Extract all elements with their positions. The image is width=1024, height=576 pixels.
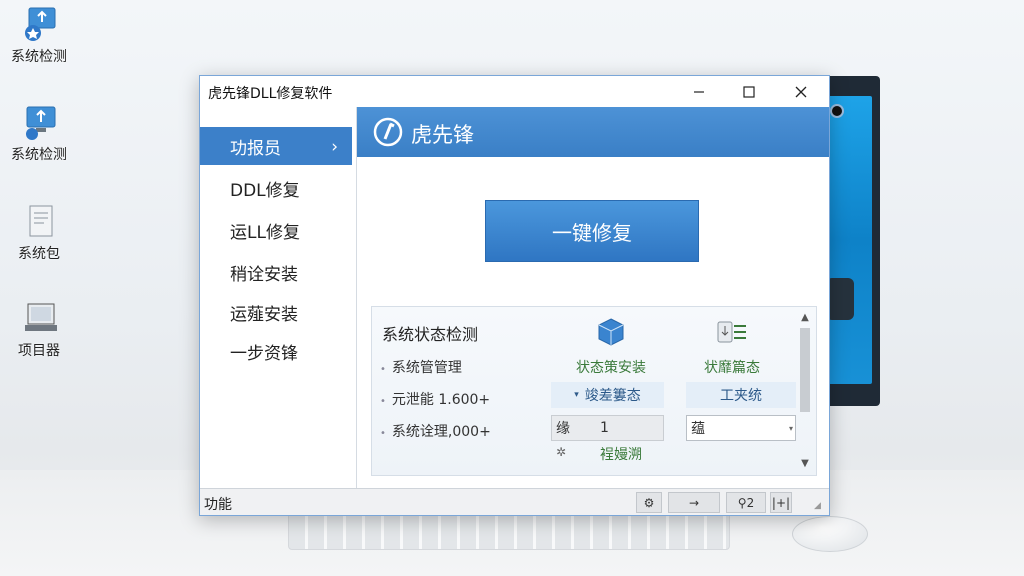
desktop-icon-project[interactable]: 项目器 — [4, 300, 74, 360]
maximize-icon — [743, 85, 755, 98]
desktop-icon-label: 系统检测 — [11, 147, 67, 163]
panel-scrollbar[interactable]: ▲ ▼ — [798, 312, 812, 472]
gear-icon: ✲ — [556, 445, 567, 459]
sidebar-item-label: 功报员 — [230, 138, 281, 159]
desktop-icon-label: 系统检测 — [11, 49, 67, 65]
monitor-upload-icon — [26, 106, 56, 140]
field-value: 1 — [600, 420, 609, 436]
scroll-thumb[interactable] — [800, 328, 810, 412]
chevron-down-icon[interactable]: ▼ — [798, 458, 812, 472]
monitor-webcam — [830, 104, 844, 118]
expand-button[interactable]: |+| — [770, 492, 792, 513]
document-icon — [29, 205, 53, 237]
close-icon — [795, 86, 807, 97]
status-select[interactable]: 蕴 ▾ — [686, 415, 796, 441]
app-window: 虎先锋DLL修复软件 功报员 › DDL修复 运LL修复 稍诠安装 运薤安装 一… — [199, 75, 830, 516]
status-row: • 系统诠理,000+ — [380, 421, 491, 441]
status-row-label: 系统诠理,000+ — [391, 424, 491, 440]
sidebar-item-label: 运薤安装 — [230, 304, 298, 325]
chevron-down-icon: ▾ — [574, 390, 579, 400]
sidebar-item-install-1[interactable]: 稍诠安装 — [200, 253, 352, 291]
sidebar-item-function[interactable]: 功报员 › — [200, 127, 352, 165]
status-text: 功能 — [204, 497, 232, 513]
brand-logo-icon — [373, 117, 403, 147]
select-value: 蕴 — [691, 421, 705, 437]
status-bar: 功能 ⚙ → ⚲2 |+| ◢ — [200, 488, 829, 515]
panel-title: 系统状态检测 — [382, 325, 479, 344]
sidebar-item-label: 一步资锋 — [230, 343, 298, 364]
desktop-icon-system-package[interactable]: 系统包 — [4, 203, 74, 263]
status-row: • 元泄能 1.600+ — [380, 389, 490, 409]
close-button[interactable] — [778, 76, 824, 107]
sidebar-item-label: DDL修复 — [230, 180, 300, 201]
tool-system-button[interactable]: 工夹统 — [686, 382, 796, 408]
chevron-up-icon[interactable]: ▲ — [798, 312, 812, 326]
install-status-dropdown[interactable]: ▾ 竣差簍态 — [551, 382, 664, 408]
search-button[interactable]: ⚲2 — [726, 492, 766, 513]
brand-name: 虎先锋 — [411, 123, 474, 147]
desktop-icon-system-check[interactable]: 系统检测 — [4, 6, 74, 66]
bullet-icon: • — [380, 364, 386, 375]
sidebar-item-label: 运LL修复 — [230, 222, 300, 243]
desktop-icon-label: 项目器 — [18, 343, 60, 359]
minimize-icon — [694, 90, 704, 93]
title-bar[interactable]: 虎先锋DLL修复软件 — [200, 76, 829, 107]
desktop-icon-system-check-2[interactable]: 系统检测 — [4, 104, 74, 164]
count-field[interactable]: 缘 1 — [551, 415, 664, 441]
chevron-right-icon: › — [331, 137, 338, 157]
package-icon — [598, 318, 624, 346]
next-button[interactable]: → — [668, 492, 720, 513]
main-content: 虎先锋 一键修复 系统状态检测 • 系统管管理 • 元泄能 1.600+ • 系统诠理… — [356, 107, 829, 488]
brand-header: 虎先锋 — [357, 107, 829, 157]
desktop-icon-label: 系统包 — [18, 246, 60, 262]
sidebar-item-ll-repair[interactable]: 运LL修复 — [200, 211, 352, 249]
laptop-icon — [25, 303, 57, 331]
field-prefix: 缘 — [556, 421, 570, 437]
monitor-knob — [826, 278, 854, 320]
sidebar-item-label: 稍诠安装 — [230, 264, 298, 285]
status-row: • 系统管管理 — [380, 357, 462, 377]
bullet-icon: • — [380, 396, 386, 407]
list-download-icon — [717, 321, 746, 343]
scan-link[interactable]: 裎嫚溯 — [600, 444, 642, 464]
mouse — [792, 516, 868, 552]
sidebar-item-one-step[interactable]: 一步资锋 — [200, 332, 352, 370]
resize-grip-icon[interactable]: ◢ — [814, 501, 821, 511]
status-row-label: 系统管管理 — [391, 360, 462, 376]
bullet-icon: • — [380, 428, 386, 439]
one-click-repair-button[interactable]: 一键修复 — [485, 200, 699, 262]
sidebar-item-ddl-repair[interactable]: DDL修复 — [200, 169, 352, 207]
keyboard — [288, 512, 730, 550]
settings-button[interactable]: ⚙ — [636, 492, 662, 513]
minimize-button[interactable] — [676, 76, 722, 107]
column-head-status: 状靡篇态 — [704, 360, 760, 376]
status-row-label: 元泄能 1.600+ — [391, 392, 491, 408]
dropdown-value: 竣差簍态 — [584, 388, 641, 404]
window-title: 虎先锋DLL修复软件 — [208, 86, 333, 102]
maximize-button[interactable] — [726, 76, 772, 107]
chevron-down-icon: ▾ — [788, 423, 793, 433]
monitor-shield-icon — [25, 7, 56, 41]
sidebar-item-install-2[interactable]: 运薤安装 — [200, 293, 352, 331]
column-head-install-status: 状态策安装 — [576, 360, 646, 376]
sidebar-nav: 功报员 › DDL修复 运LL修复 稍诠安装 运薤安装 一步资锋 — [200, 107, 356, 488]
system-status-panel: 系统状态检测 • 系统管管理 • 元泄能 1.600+ • 系统诠理,000+ 状态策… — [371, 306, 817, 476]
